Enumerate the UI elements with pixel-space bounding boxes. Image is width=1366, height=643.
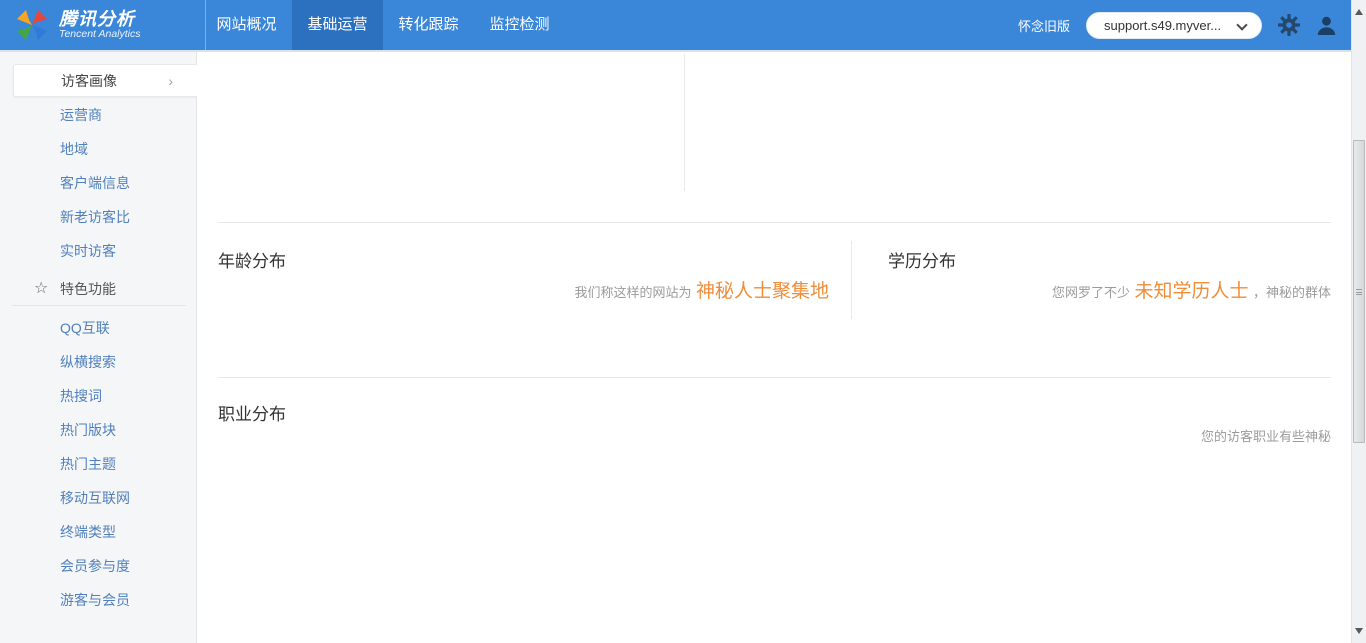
brand-subtitle: Tencent Analytics <box>59 27 141 40</box>
sidebar-section-featured: ☆ 特色功能 <box>0 274 196 304</box>
section-divider-2 <box>218 377 1331 378</box>
occupation-distribution-caption: 您的访客职业有些神秘 <box>897 426 1331 446</box>
tab-monitoring[interactable]: 监控检测 <box>474 0 565 50</box>
education-caption-prefix: 您网罗了不少 <box>1052 285 1131 300</box>
sidebar-item-operators[interactable]: 运营商 <box>0 98 196 132</box>
app-logo[interactable]: 腾讯分析 Tencent Analytics <box>14 0 141 50</box>
sidebar-list-features: QQ互联 纵横搜索 热搜词 热门版块 热门主题 移动互联网 终端类型 会员参与度… <box>0 311 196 617</box>
sidebar-item-visitor-profile[interactable]: 访客画像 › <box>13 64 197 97</box>
brand-title: 腾讯分析 <box>59 9 135 30</box>
sidebar-item-soso-search[interactable]: 纵横搜索 <box>0 345 196 379</box>
scrollbar-grip <box>1356 289 1362 295</box>
sidebar-item-member-engagement[interactable]: 会员参与度 <box>0 549 196 583</box>
education-caption-highlight: 未知学历人士 <box>1134 281 1249 302</box>
gear-icon <box>1278 14 1300 36</box>
sidebar-item-hot-keywords[interactable]: 热搜词 <box>0 379 196 413</box>
app-window: 腾讯分析 Tencent Analytics 网站概况 基础运营 转化跟踪 监控… <box>0 0 1366 643</box>
top-navbar: 腾讯分析 Tencent Analytics 网站概况 基础运营 转化跟踪 监控… <box>0 0 1351 52</box>
chevron-right-icon: › <box>168 73 173 89</box>
age-distribution-caption: 我们称这样的网站为 神秘人士聚集地 <box>218 276 829 303</box>
sidebar-item-terminal-type[interactable]: 终端类型 <box>0 515 196 549</box>
pinwheel-logo-icon <box>17 10 47 40</box>
section-divider-1 <box>218 222 1331 223</box>
sidebar-item-realtime-visitors[interactable]: 实时访客 <box>0 234 196 268</box>
sidebar-item-label: 访客画像 <box>61 72 117 89</box>
primary-nav: 网站概况 基础运营 转化跟踪 监控检测 <box>201 0 565 50</box>
sidebar: 访客画像 › 运营商 地域 客户端信息 新老访客比 实时访客 ☆ 特色功能 QQ… <box>0 52 197 643</box>
site-selector-value: support.s49.myver... <box>1104 17 1222 33</box>
top-column-divider <box>684 54 685 191</box>
education-caption-suffix: ，神秘的群体 <box>1252 285 1331 300</box>
sidebar-item-mobile-internet[interactable]: 移动互联网 <box>0 481 196 515</box>
age-caption-prefix: 我们称这样的网站为 <box>574 285 692 300</box>
chevron-down-icon <box>1236 18 1248 31</box>
main-content: 年龄分布 我们称这样的网站为 神秘人士聚集地 学历分布 您网罗了不少 未知学历人… <box>197 52 1351 643</box>
tab-basic-operations[interactable]: 基础运营 <box>292 0 383 50</box>
age-education-divider <box>851 241 852 319</box>
sidebar-item-region[interactable]: 地域 <box>0 132 196 166</box>
scrollbar-thumb[interactable] <box>1353 140 1365 443</box>
scrollbar-down-arrow[interactable] <box>1355 628 1363 634</box>
sidebar-item-hot-sections[interactable]: 热门版块 <box>0 413 196 447</box>
age-caption-highlight: 神秘人士聚集地 <box>695 281 829 302</box>
sidebar-section-label: 特色功能 <box>60 281 116 297</box>
education-distribution-caption: 您网罗了不少 未知学历人士 ，神秘的群体 <box>897 276 1331 303</box>
sidebar-item-qq-connect[interactable]: QQ互联 <box>0 311 196 345</box>
age-distribution-title: 年龄分布 <box>218 252 286 271</box>
tab-site-overview[interactable]: 网站概况 <box>201 0 292 50</box>
occupation-distribution-title: 职业分布 <box>218 405 286 424</box>
settings-button[interactable] <box>1278 14 1300 36</box>
tab-conversion-tracking[interactable]: 转化跟踪 <box>383 0 474 50</box>
sidebar-item-new-vs-returning[interactable]: 新老访客比 <box>0 200 196 234</box>
account-button[interactable] <box>1316 15 1337 36</box>
star-icon: ☆ <box>34 280 49 297</box>
sidebar-divider <box>12 305 186 306</box>
sidebar-item-guests-vs-members[interactable]: 游客与会员 <box>0 583 196 617</box>
occupation-caption-text: 您的访客职业有些神秘 <box>1200 429 1331 444</box>
sidebar-list-top: 运营商 地域 客户端信息 新老访客比 实时访客 <box>0 98 196 268</box>
vertical-scrollbar[interactable] <box>1351 0 1366 643</box>
scrollbar-up-arrow[interactable] <box>1355 9 1363 15</box>
sidebar-item-client-info[interactable]: 客户端信息 <box>0 166 196 200</box>
site-selector-dropdown[interactable]: support.s49.myver... <box>1086 11 1262 39</box>
education-distribution-title: 学历分布 <box>888 252 956 271</box>
user-icon <box>1317 16 1336 35</box>
sidebar-item-hot-topics[interactable]: 热门主题 <box>0 447 196 481</box>
old-version-link[interactable]: 怀念旧版 <box>1018 16 1070 35</box>
